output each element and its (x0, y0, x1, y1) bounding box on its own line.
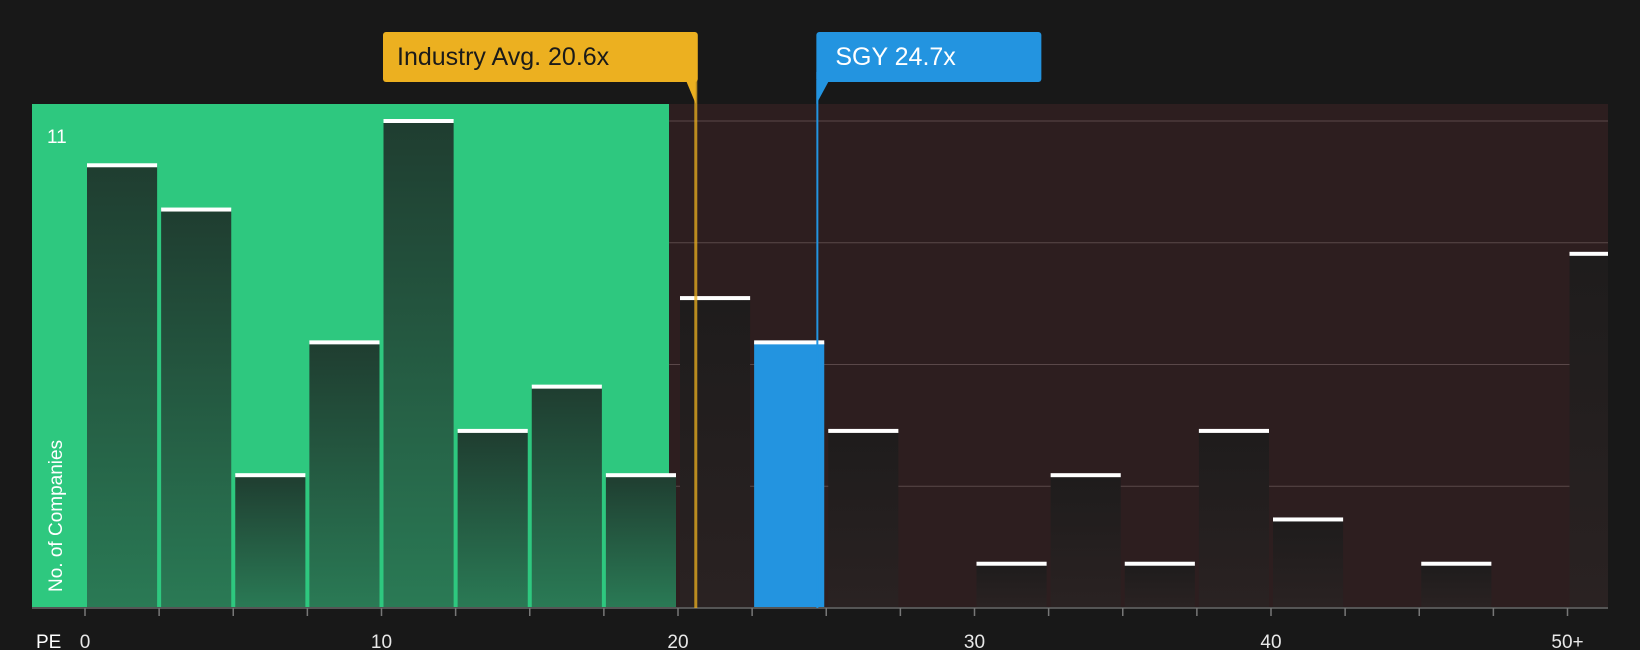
y-axis-label: No. of Companies (46, 440, 67, 592)
histogram-bar (235, 475, 306, 608)
histogram-bar (383, 121, 454, 608)
histogram-bar (1050, 475, 1121, 608)
histogram-bar (161, 209, 232, 608)
histogram-bar (680, 298, 751, 608)
bar-cap (309, 340, 380, 345)
histogram-bar (976, 563, 1047, 608)
bar-cap (235, 473, 306, 478)
y-tick-label-max: 11 (47, 127, 67, 148)
x-tick-label: 0 (80, 632, 91, 650)
histogram-bar (1569, 253, 1608, 608)
histogram-bar (1421, 563, 1492, 608)
bar-cap (1124, 561, 1195, 566)
histogram-bar (1124, 563, 1195, 608)
x-tick-label: 30 (964, 632, 985, 650)
bar-cap (680, 296, 751, 301)
histogram-bar (457, 430, 528, 608)
bar-cap (1569, 251, 1608, 256)
histogram-bar (1198, 430, 1269, 608)
bar-cap (1050, 473, 1121, 478)
bar-cap (828, 428, 899, 433)
histogram-bar (828, 430, 899, 608)
bar-cap (1421, 561, 1492, 566)
x-tick-label: 20 (667, 632, 688, 650)
pe-distribution-chart: 0 10 20 30 40 50+ Industry Avg. 20.6x SGY 24.7… (0, 0, 1640, 650)
bar-cap (754, 340, 825, 345)
chart-canvas: 0 10 20 30 40 50+ Industry Avg. 20.6x SGY 24.7… (32, 32, 1608, 650)
histogram-bar (309, 342, 380, 608)
x-axis-label: PE (36, 632, 61, 650)
bar-cap (383, 119, 454, 123)
bar-cap (87, 163, 158, 168)
bar-cap (531, 384, 602, 389)
bar-cap (976, 561, 1047, 566)
x-tick-label: 40 (1260, 632, 1281, 650)
company-pe-label: SGY 24.7x (835, 43, 956, 71)
bar-cap (161, 207, 232, 212)
histogram-bar (605, 475, 676, 608)
histogram-bar (87, 165, 158, 609)
histogram-bar (531, 386, 602, 608)
bar-cap (1198, 428, 1269, 433)
company-bar (754, 342, 825, 608)
industry-avg-label: Industry Avg. 20.6x (397, 43, 610, 71)
bar-cap (605, 473, 676, 478)
bar-cap (457, 428, 528, 433)
x-tick-label: 10 (371, 632, 392, 650)
bar-cap (1273, 517, 1344, 522)
histogram-bar (1273, 519, 1344, 608)
x-tick-label: 50+ (1551, 632, 1583, 650)
